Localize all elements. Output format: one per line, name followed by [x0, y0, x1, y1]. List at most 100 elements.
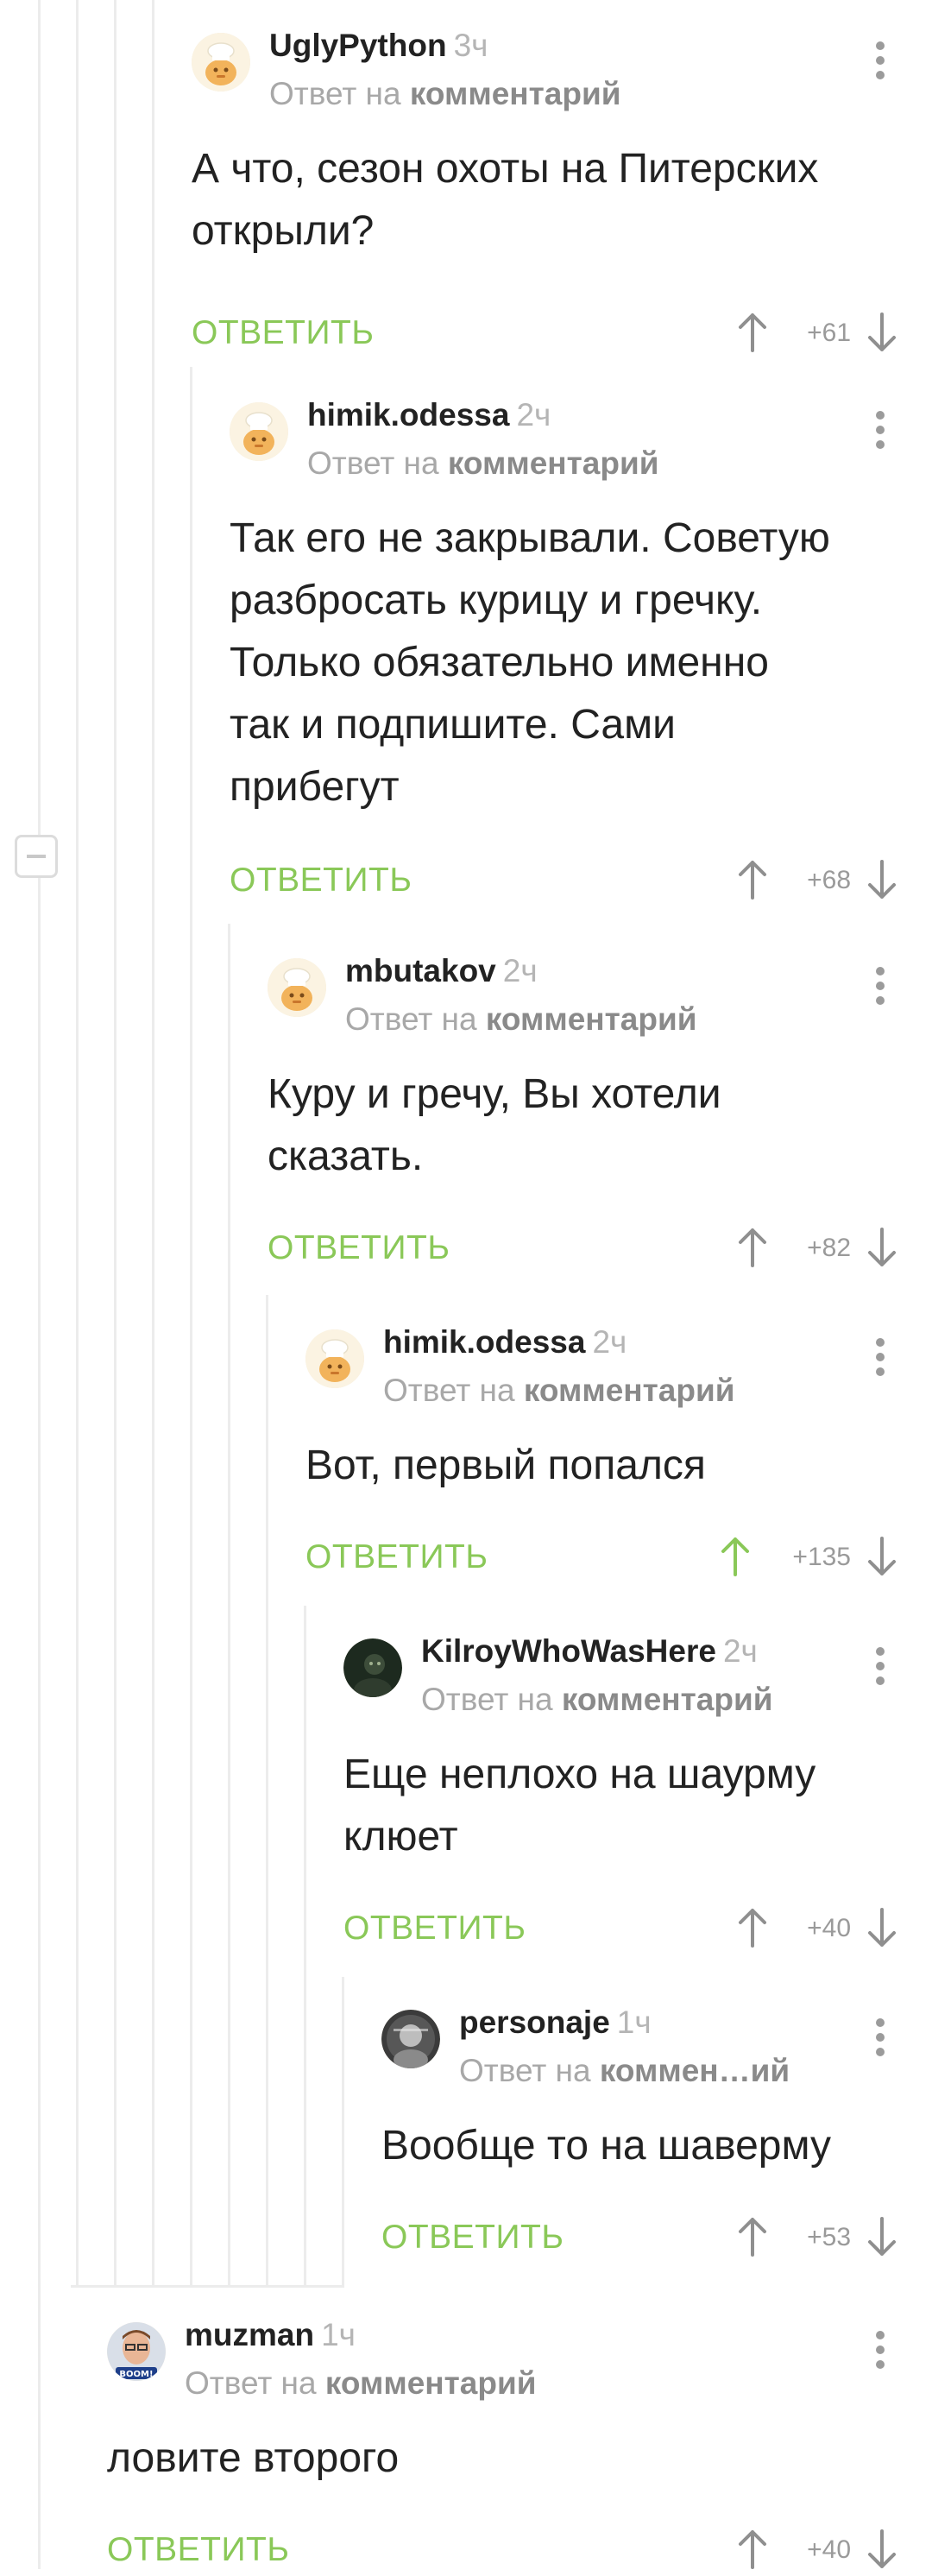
- avatar[interactable]: BOOM!: [107, 2322, 166, 2381]
- author-name[interactable]: himik.odessa: [383, 1324, 585, 1360]
- rating-value: +53: [807, 2223, 851, 2251]
- comment-text-line: сказать.: [268, 1133, 424, 1179]
- comment-header: personaje 1ч: [459, 2005, 652, 2041]
- reply-button[interactable]: ОТВЕТИТЬ: [343, 1903, 526, 1954]
- author-name[interactable]: KilroyWhoWasHere: [421, 1633, 716, 1669]
- thread-line: [152, 0, 154, 2288]
- arrow-down-icon[interactable]: [866, 1908, 897, 1948]
- avatar[interactable]: [268, 958, 326, 1017]
- reply-prefix: Ответ на: [459, 2053, 591, 2088]
- author-name[interactable]: himik.odessa: [307, 397, 509, 432]
- thread-line: [114, 0, 116, 2288]
- collapse-thread-icon[interactable]: [15, 835, 58, 878]
- reply-target-link[interactable]: комментарий: [325, 2365, 537, 2401]
- thread-line: [342, 1977, 344, 2288]
- arrow-up-icon[interactable]: [737, 1228, 768, 1267]
- more-vertical-icon[interactable]: [876, 41, 885, 79]
- thread-line: [190, 367, 192, 2288]
- reply-button[interactable]: ОТВЕТИТЬ: [268, 1222, 450, 1274]
- comment: himik.odessa 2ч Ответ на комментарий Вот,…: [305, 1324, 932, 1583]
- reply-prefix: Ответ на: [345, 1001, 477, 1037]
- avatar[interactable]: [230, 402, 288, 461]
- arrow-up-icon[interactable]: [737, 860, 768, 900]
- reply-button[interactable]: ОТВЕТИТЬ: [107, 2524, 289, 2576]
- comment-time: 1ч: [321, 2317, 356, 2352]
- reply-prefix: Ответ на: [307, 445, 439, 481]
- more-vertical-icon[interactable]: [876, 1338, 885, 1376]
- comment: mbutakov 2ч Ответ на комментарий Куру и г…: [268, 953, 932, 1274]
- arrow-down-icon[interactable]: [866, 860, 897, 900]
- reply-prefix: Ответ на: [269, 76, 401, 111]
- more-vertical-icon[interactable]: [876, 967, 885, 1005]
- avatar[interactable]: [343, 1638, 402, 1697]
- arrow-up-icon[interactable]: [720, 1537, 751, 1576]
- reply-target-link[interactable]: комментарий: [524, 1373, 735, 1408]
- more-vertical-icon[interactable]: [876, 1647, 885, 1685]
- comment-header: himik.odessa 2ч: [307, 397, 551, 433]
- comment-header: mbutakov 2ч: [345, 953, 538, 989]
- comment-text-line: так и подпишите. Сами: [230, 702, 676, 748]
- more-vertical-icon[interactable]: [876, 2331, 885, 2369]
- reply-target-link[interactable]: коммен…ий: [600, 2053, 790, 2088]
- arrow-down-icon[interactable]: [866, 1228, 897, 1267]
- reply-to: Ответ на комментарий: [383, 1373, 734, 1409]
- rating-value: +61: [807, 319, 851, 347]
- comment-text-line: Вообще то на шаверму: [381, 2123, 831, 2169]
- comment-header: himik.odessa 2ч: [383, 1324, 627, 1361]
- more-vertical-icon[interactable]: [876, 411, 885, 449]
- reply-to: Ответ на комментарий: [185, 2365, 536, 2402]
- reply-button[interactable]: ОТВЕТИТЬ: [381, 2212, 564, 2263]
- comment-actions: ОТВЕТИТЬ +135: [305, 1531, 932, 1583]
- reply-to: Ответ на комментарий: [307, 445, 658, 482]
- arrow-up-icon[interactable]: [737, 1908, 768, 1948]
- arrow-down-icon[interactable]: [866, 1537, 897, 1576]
- comment-text-line: А что, сезон охоты на Питерских: [192, 146, 819, 192]
- reply-target-link[interactable]: комментарий: [486, 1001, 697, 1037]
- comment-text-line: ловите второго: [107, 2435, 400, 2481]
- comment-actions: ОТВЕТИТЬ +40: [107, 2524, 932, 2576]
- thread-line: [76, 0, 79, 2288]
- rating-value: +82: [807, 1234, 851, 1262]
- arrow-down-icon[interactable]: [866, 313, 897, 352]
- reply-prefix: Ответ на: [383, 1373, 515, 1408]
- arrow-up-icon[interactable]: [737, 2217, 768, 2257]
- avatar[interactable]: [305, 1329, 364, 1388]
- comment: personaje 1ч Ответ на коммен…ий Вообще то…: [381, 2005, 932, 2263]
- avatar[interactable]: [381, 2010, 440, 2068]
- comment-time: 1ч: [616, 2005, 652, 2040]
- author-name[interactable]: mbutakov: [345, 953, 496, 988]
- reply-target-link[interactable]: комментарий: [562, 1682, 773, 1717]
- comment-time: 2ч: [516, 397, 551, 432]
- arrow-up-icon[interactable]: [737, 313, 768, 352]
- author-name[interactable]: personaje: [459, 2005, 610, 2040]
- reply-button[interactable]: ОТВЕТИТЬ: [230, 855, 412, 906]
- thread-line: [38, 0, 41, 2569]
- thread-line: [266, 1295, 268, 2288]
- arrow-down-icon[interactable]: [866, 2217, 897, 2257]
- reply-button[interactable]: ОТВЕТИТЬ: [305, 1531, 488, 1583]
- comment: himik.odessa 2ч Ответ на комментарий Так …: [230, 397, 932, 906]
- comment-time: 2ч: [502, 953, 538, 988]
- comment-text-line: Еще неплохо на шаурму: [343, 1752, 816, 1797]
- comment-time: 3ч: [453, 28, 488, 63]
- arrow-down-icon[interactable]: [866, 2529, 897, 2569]
- comment-time: 2ч: [592, 1324, 627, 1360]
- reply-to: Ответ на коммен…ий: [459, 2053, 790, 2089]
- comment-text-line: прибегут: [230, 764, 400, 810]
- reply-button[interactable]: ОТВЕТИТЬ: [192, 307, 374, 359]
- author-name[interactable]: muzman: [185, 2317, 314, 2352]
- reply-target-link[interactable]: комментарий: [410, 76, 621, 111]
- reply-target-link[interactable]: комментарий: [448, 445, 659, 481]
- more-vertical-icon[interactable]: [876, 2018, 885, 2056]
- comment-text-line: Куру и гречу, Вы хотели: [268, 1071, 721, 1117]
- comment-text-line: клюет: [343, 1814, 458, 1859]
- arrow-up-icon[interactable]: [737, 2529, 768, 2569]
- author-name[interactable]: UglyPython: [269, 28, 447, 63]
- reply-to: Ответ на комментарий: [421, 1682, 772, 1718]
- comment-header: muzman 1ч: [185, 2317, 356, 2353]
- comment-header: UglyPython 3ч: [269, 28, 488, 64]
- avatar[interactable]: [192, 33, 250, 92]
- comment: BOOM! muzman 1ч Ответ на комментарий лови…: [107, 2317, 932, 2576]
- comment-actions: ОТВЕТИТЬ +53: [381, 2212, 932, 2263]
- thread-line: [228, 924, 230, 2288]
